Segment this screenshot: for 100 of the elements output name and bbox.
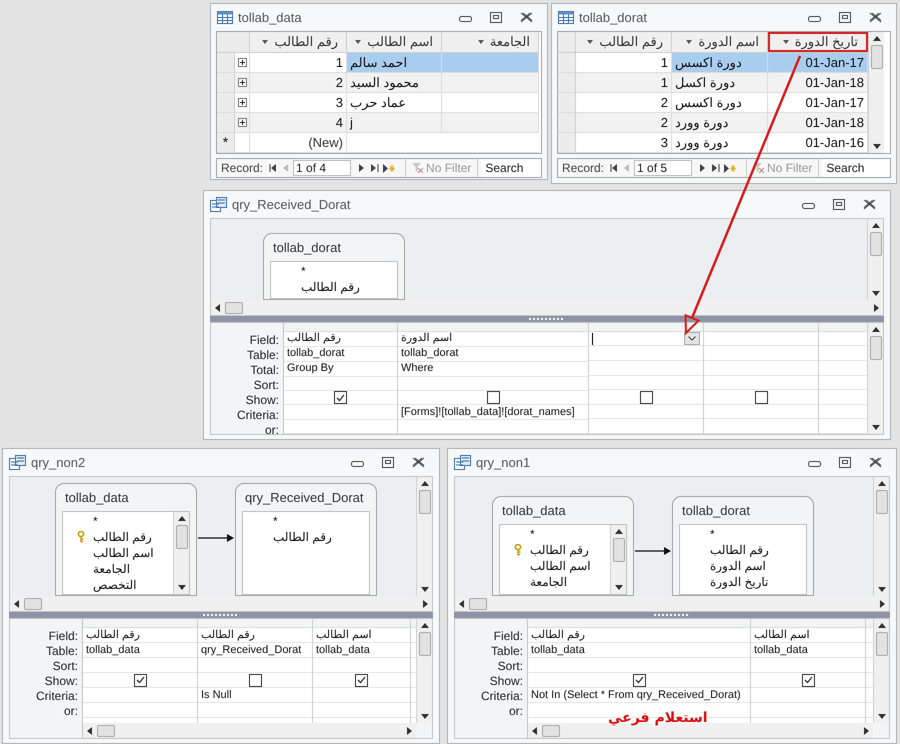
scroll-down-arrow-icon[interactable] xyxy=(872,142,880,150)
close-button[interactable] xyxy=(869,12,882,23)
grid-cell[interactable]: tollab_dorat xyxy=(284,346,397,362)
dropdown-arrow-icon[interactable] xyxy=(686,40,692,44)
field-item[interactable]: رقم الطالب xyxy=(271,279,362,295)
column-header[interactable]: اسم الطالب xyxy=(347,32,442,52)
scroll-down-arrow-icon[interactable] xyxy=(872,289,880,297)
dropdown-arrow-icon[interactable] xyxy=(355,40,362,44)
field-item[interactable]: اسم الدورة xyxy=(680,558,768,574)
grid-cell[interactable]: Where xyxy=(398,362,588,377)
minimize-button[interactable] xyxy=(802,200,815,208)
scroll-down-arrow-icon[interactable] xyxy=(420,712,428,720)
vertical-scrollbar[interactable] xyxy=(868,32,884,153)
record-selector[interactable] xyxy=(558,133,576,152)
scroll-thumb[interactable] xyxy=(225,302,243,314)
scroll-thumb[interactable] xyxy=(176,525,188,549)
scroll-up-arrow-icon[interactable] xyxy=(872,35,880,43)
field-item[interactable]: الجامعة xyxy=(63,561,132,577)
field-item[interactable]: * xyxy=(680,526,717,542)
select-all-corner[interactable] xyxy=(558,32,576,52)
grid-cell[interactable]: qry_Received_Dorat xyxy=(198,643,312,658)
scroll-down-arrow-icon[interactable] xyxy=(878,712,886,720)
search-field[interactable]: Search xyxy=(482,159,541,177)
scroll-right-arrow-icon[interactable] xyxy=(872,304,880,312)
field-item[interactable]: تاريخ الدورة xyxy=(680,574,770,590)
field-item[interactable]: اسم الطالب xyxy=(500,558,593,574)
column-header[interactable]: رقم الطالب xyxy=(250,32,347,52)
close-button[interactable] xyxy=(869,457,882,468)
grid-cell[interactable]: رقم الطالب xyxy=(528,628,750,643)
grid-cell[interactable]: tollab_data xyxy=(751,643,865,658)
grid-cell[interactable]: tollab_data xyxy=(83,643,197,658)
close-button[interactable] xyxy=(412,457,425,468)
field-item[interactable]: * xyxy=(500,526,537,542)
scroll-down-arrow-icon[interactable] xyxy=(178,583,186,591)
horizontal-scrollbar[interactable] xyxy=(82,723,416,738)
scroll-up-arrow-icon[interactable] xyxy=(878,480,886,488)
grid-cell[interactable]: [Forms]![tollab_data]![dorat_names] xyxy=(398,404,588,420)
grid-cell[interactable]: رقم الطالب xyxy=(198,628,312,643)
expand-icon[interactable] xyxy=(238,118,246,127)
new-record-marker[interactable]: * xyxy=(217,133,235,152)
vertical-scrollbar[interactable] xyxy=(867,323,883,434)
scroll-up-arrow-icon[interactable] xyxy=(878,622,886,630)
field-item[interactable]: الجامعة xyxy=(500,574,570,590)
scroll-up-arrow-icon[interactable] xyxy=(420,622,428,630)
scroll-down-arrow-icon[interactable] xyxy=(614,583,622,591)
grid-cell[interactable]: رقم الطالب xyxy=(83,628,197,643)
show-checkbox[interactable] xyxy=(248,674,262,686)
scroll-left-arrow-icon[interactable] xyxy=(86,726,94,734)
scroll-down-arrow-icon[interactable] xyxy=(872,423,880,431)
scroll-up-arrow-icon[interactable] xyxy=(178,515,186,523)
new-record-icon[interactable] xyxy=(724,164,736,172)
show-checkbox[interactable] xyxy=(334,391,347,404)
grid-cell[interactable]: اسم الطالب xyxy=(313,628,410,643)
field-item[interactable]: التخصص xyxy=(63,577,138,593)
expand-icon[interactable] xyxy=(238,58,246,67)
grid-cell[interactable]: اسم الدورة xyxy=(398,332,588,347)
scroll-left-arrow-icon[interactable] xyxy=(458,600,466,608)
scroll-right-arrow-icon[interactable] xyxy=(405,726,413,734)
scroll-up-arrow-icon[interactable] xyxy=(872,326,880,334)
scroll-thumb[interactable] xyxy=(876,632,888,656)
vertical-scrollbar[interactable] xyxy=(416,477,432,596)
scroll-right-arrow-icon[interactable] xyxy=(421,600,429,608)
minimize-button[interactable] xyxy=(459,14,472,22)
restore-button[interactable] xyxy=(839,457,851,468)
scroll-thumb[interactable] xyxy=(418,632,430,656)
horizontal-scrollbar[interactable] xyxy=(455,596,889,611)
vertical-scrollbar[interactable] xyxy=(610,525,626,594)
last-record-icon[interactable] xyxy=(371,164,380,172)
grid-cell[interactable]: رقم الطالب xyxy=(284,332,397,347)
field-item[interactable]: رقم الطالب xyxy=(243,529,334,545)
first-record-icon[interactable] xyxy=(269,164,278,172)
previous-record-icon[interactable] xyxy=(624,164,630,172)
show-checkbox[interactable] xyxy=(486,390,500,404)
first-record-icon[interactable] xyxy=(610,164,618,172)
dropdown-button[interactable] xyxy=(684,332,700,346)
field-item[interactable]: * xyxy=(271,263,308,279)
show-checkbox[interactable] xyxy=(802,674,814,686)
grid-cell[interactable]: اسم الطالب xyxy=(751,628,865,643)
column-header[interactable]: الجامعة xyxy=(442,32,539,52)
scroll-thumb[interactable] xyxy=(542,724,560,736)
minimize-button[interactable] xyxy=(351,458,364,466)
dropdown-arrow-icon[interactable] xyxy=(587,40,594,44)
grid-cell[interactable]: Not In (Select * From qry_Received_Dorat) xyxy=(528,688,750,703)
record-selector[interactable] xyxy=(558,73,576,92)
column-header[interactable]: تاريخ الدورة xyxy=(768,32,868,52)
restore-button[interactable] xyxy=(839,12,851,23)
field-item[interactable]: رقم الطالب xyxy=(63,529,154,545)
select-all-corner[interactable] xyxy=(217,32,250,52)
scroll-thumb[interactable] xyxy=(870,45,882,69)
close-button[interactable] xyxy=(520,12,533,23)
last-record-icon[interactable] xyxy=(712,164,720,172)
restore-button[interactable] xyxy=(382,457,394,468)
dropdown-arrow-icon[interactable] xyxy=(782,40,789,44)
search-field[interactable]: Search xyxy=(823,159,890,177)
grid-cell[interactable]: tollab_dorat xyxy=(398,346,588,362)
show-checkbox[interactable] xyxy=(632,674,646,686)
record-selector[interactable] xyxy=(558,113,576,132)
scroll-thumb[interactable] xyxy=(870,336,882,360)
grid-cell[interactable]: tollab_data xyxy=(528,643,750,658)
scroll-thumb[interactable] xyxy=(24,598,42,610)
